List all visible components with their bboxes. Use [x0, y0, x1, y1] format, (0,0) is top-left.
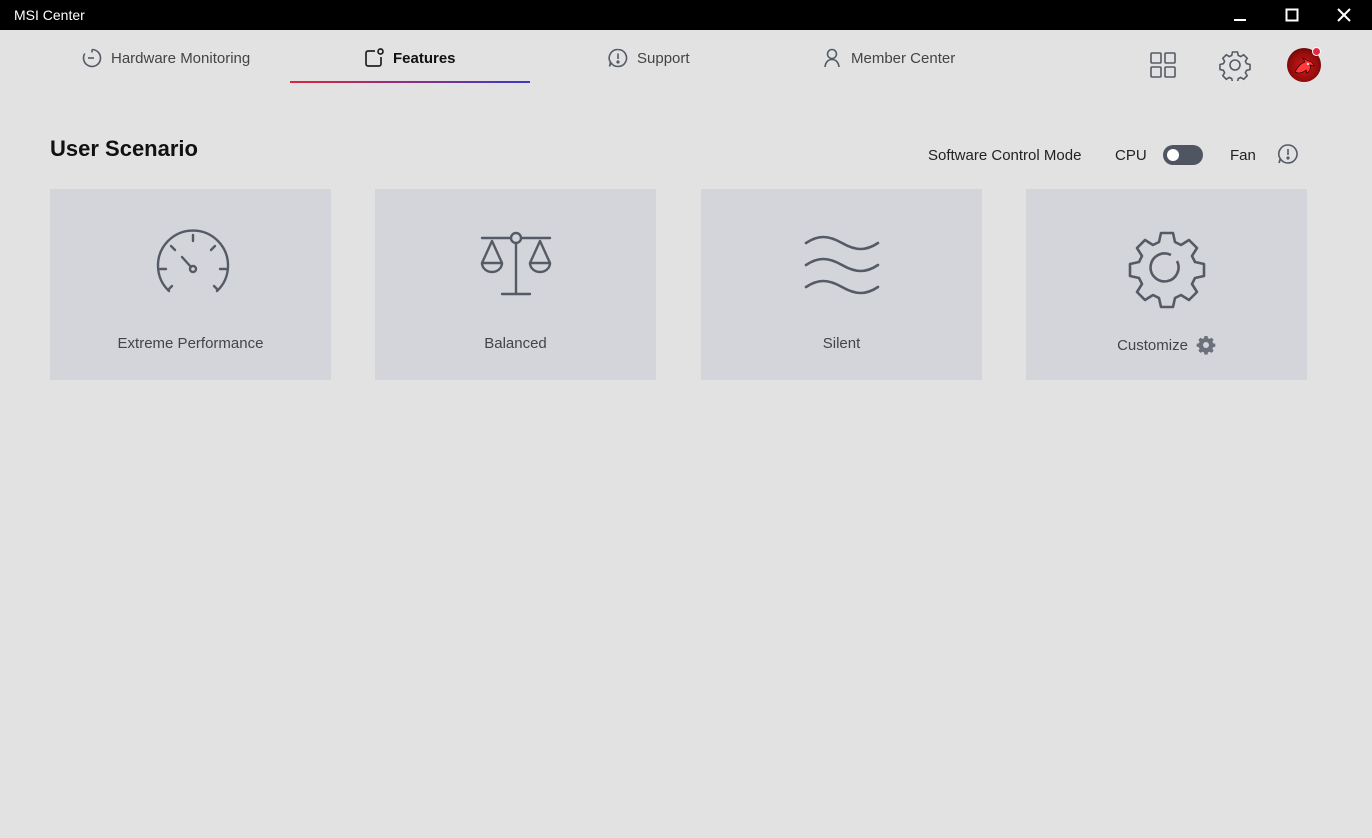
active-tab-indicator [290, 81, 530, 83]
minimize-button[interactable] [1214, 0, 1266, 30]
customize-settings-icon[interactable] [1196, 335, 1216, 355]
fan-label: Fan [1230, 147, 1256, 164]
main-window: Hardware Monitoring Features Support Mem… [1, 30, 1371, 837]
card-label-text: Silent [822, 335, 861, 352]
tab-member-center[interactable]: Member Center [821, 30, 955, 86]
close-button[interactable] [1318, 0, 1370, 30]
tab-hardware-monitoring[interactable]: Hardware Monitoring [81, 30, 250, 86]
waves-icon [802, 229, 882, 309]
tab-label: Support [637, 49, 690, 67]
card-label-text: Extreme Performance [117, 335, 264, 352]
software-control-mode-label: Software Control Mode [928, 147, 1082, 164]
page-title: User Scenario [50, 136, 198, 161]
toggle-knob [1167, 149, 1179, 161]
speedometer-icon [151, 229, 231, 309]
tab-label: Features [393, 49, 456, 67]
tab-features[interactable]: Features [363, 30, 456, 86]
card-label: Balanced [375, 335, 656, 352]
minimize-icon [1234, 19, 1246, 21]
maximize-button[interactable] [1266, 0, 1318, 30]
card-label: Silent [701, 335, 982, 352]
app-title: MSI Center [14, 7, 85, 23]
gear-icon [1127, 229, 1207, 309]
scenario-card-extreme-performance[interactable]: Extreme Performance [50, 189, 331, 380]
tab-label: Member Center [851, 49, 956, 67]
apps-grid-button[interactable] [1146, 48, 1180, 82]
balance-scale-icon [476, 229, 556, 309]
scenario-card-customize[interactable]: Customize [1026, 189, 1307, 380]
settings-gear-icon [1219, 51, 1251, 81]
card-label: Customize [1026, 335, 1307, 355]
settings-button[interactable] [1218, 48, 1252, 82]
features-icon [363, 47, 385, 69]
info-icon [1278, 144, 1298, 164]
tab-support[interactable]: Support [607, 30, 690, 86]
card-label-text: Customize [1117, 336, 1188, 354]
cpu-label: CPU [1115, 147, 1147, 164]
card-label: Extreme Performance [50, 335, 331, 352]
title-bar: MSI Center [0, 0, 1372, 30]
scenario-card-balanced[interactable]: Balanced [375, 189, 656, 380]
card-label-text: Balanced [484, 335, 547, 352]
info-button[interactable] [1277, 143, 1299, 165]
cpu-fan-toggle[interactable] [1163, 145, 1203, 165]
member-icon [821, 47, 843, 69]
close-icon [1337, 8, 1351, 22]
hardware-monitoring-icon [81, 47, 103, 69]
apps-grid-icon [1150, 52, 1176, 78]
tab-label: Hardware Monitoring [111, 49, 251, 67]
maximize-icon [1285, 8, 1299, 22]
scenario-card-silent[interactable]: Silent [701, 189, 982, 380]
support-icon [607, 47, 629, 69]
notification-badge [1312, 47, 1321, 56]
